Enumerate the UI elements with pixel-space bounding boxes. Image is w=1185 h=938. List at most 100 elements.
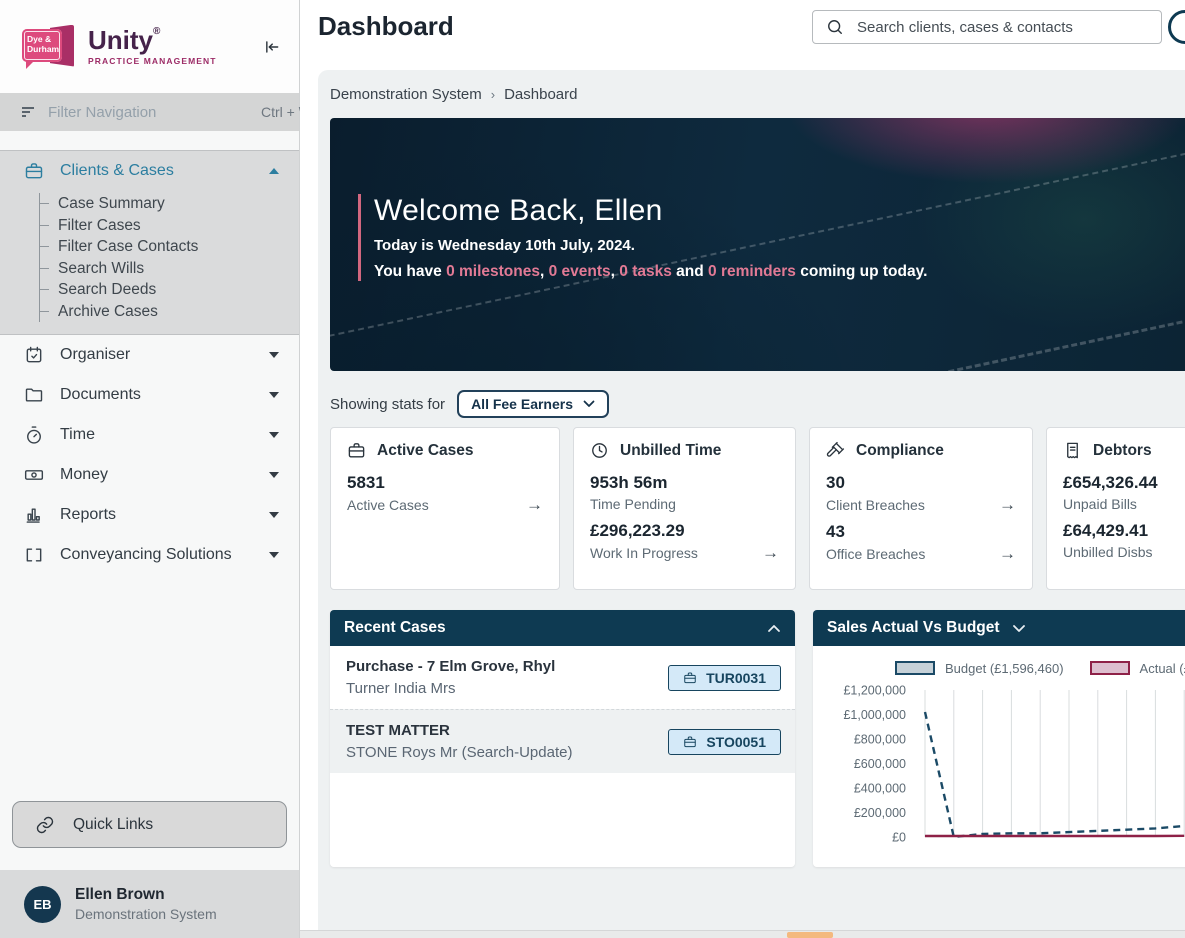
- metric: 5831 Active Cases →: [347, 473, 543, 513]
- chevron-down-icon[interactable]: [269, 552, 279, 558]
- metric-value: £654,326.44: [1063, 473, 1158, 492]
- breadcrumb-root[interactable]: Demonstration System: [330, 86, 482, 103]
- chevron-down-icon[interactable]: [1012, 624, 1026, 633]
- user-org: Demonstration System: [75, 906, 217, 922]
- banknote-icon: [24, 465, 44, 485]
- horizontal-scrollbar[interactable]: [300, 930, 1185, 938]
- recent-cases-panel: Recent Cases Purchase - 7 Elm Grove, Rhy…: [330, 610, 795, 867]
- chevron-down-icon[interactable]: [269, 392, 279, 398]
- breadcrumb-current: Dashboard: [504, 85, 578, 103]
- folder-icon: [24, 385, 44, 405]
- sidebar-subitem[interactable]: Filter Cases: [40, 215, 299, 237]
- sidebar-subitem[interactable]: Filter Case Contacts: [40, 236, 299, 258]
- search-input[interactable]: [857, 18, 1149, 36]
- breadcrumb-separator: ›: [490, 86, 496, 102]
- sales-chart-header[interactable]: Sales Actual Vs Budget: [813, 610, 1185, 646]
- case-reference-badge[interactable]: TUR0031: [668, 664, 781, 691]
- sidebar-item-label: Money: [60, 466, 109, 483]
- case-row[interactable]: TEST MATTER STONE Roys Mr (Search-Update)…: [330, 709, 795, 773]
- arrow-right-icon[interactable]: →: [762, 544, 779, 561]
- sidebar: Dye & Durham Unity® PRACTICE MANAGEMENT …: [0, 0, 303, 938]
- sidebar-item-organiser[interactable]: Organiser: [0, 335, 299, 375]
- welcome-message: You have 0 milestones, 0 events, 0 tasks…: [374, 263, 927, 281]
- sidebar-item-reports[interactable]: Reports: [0, 495, 299, 535]
- filter-navigation-input[interactable]: [48, 103, 247, 121]
- stat-card-header: Debtors: [1063, 441, 1185, 460]
- stat-card-title: Unbilled Time: [620, 441, 722, 459]
- calendar-icon: [24, 345, 44, 365]
- filter-navigation-row: Ctrl + \: [0, 93, 303, 131]
- quick-links-button[interactable]: Quick Links: [12, 801, 287, 848]
- banner-text: coming up today.: [795, 263, 928, 280]
- arrow-right-icon[interactable]: →: [526, 496, 543, 513]
- user-profile-row[interactable]: EB Ellen Brown Demonstration System: [0, 870, 299, 938]
- chevron-up-icon[interactable]: [269, 168, 279, 174]
- stat-card-active-cases: Active Cases 5831 Active Cases →: [330, 427, 560, 590]
- metric-label: Time Pending: [590, 496, 676, 512]
- banner-link[interactable]: 0 milestones: [446, 263, 540, 280]
- arrow-right-icon[interactable]: →: [999, 496, 1016, 513]
- briefcase-icon: [24, 161, 44, 181]
- fee-earners-dropdown[interactable]: All Fee Earners: [457, 390, 609, 418]
- svg-text:£600,000: £600,000: [854, 757, 906, 771]
- svg-text:£1,200,000: £1,200,000: [843, 684, 906, 698]
- briefcase-icon: [683, 671, 697, 685]
- metric: 43 Office Breaches →: [826, 522, 1016, 562]
- metric: 30 Client Breaches →: [826, 473, 1016, 513]
- scrollbar-thumb[interactable]: [787, 932, 833, 938]
- sidebar-item-time[interactable]: Time: [0, 415, 299, 455]
- welcome-banner: Welcome Back, Ellen Today is Wednesday 1…: [330, 118, 1185, 371]
- svg-text:£400,000: £400,000: [854, 782, 906, 796]
- chevron-up-icon[interactable]: [767, 624, 781, 633]
- chevron-down-icon[interactable]: [269, 432, 279, 438]
- banner-decor-road: [330, 274, 1185, 371]
- briefcase-icon: [347, 441, 366, 460]
- sidebar-item-label: Reports: [60, 506, 117, 523]
- panels-row: Recent Cases Purchase - 7 Elm Grove, Rhy…: [330, 610, 1185, 867]
- sidebar-collapse-icon[interactable]: [261, 37, 281, 57]
- logo-line2: Durham: [27, 44, 60, 54]
- banner-link[interactable]: 0 tasks: [619, 263, 672, 280]
- link-icon: [35, 815, 55, 835]
- metric: 953h 56m Time Pending: [590, 473, 779, 512]
- arrow-right-icon[interactable]: →: [999, 545, 1016, 562]
- banner-link[interactable]: 0 reminders: [708, 263, 796, 280]
- logo-tail-shape: [26, 59, 35, 69]
- sidebar-item-conveyancing-solutions[interactable]: Conveyancing Solutions: [0, 535, 299, 575]
- brackets-icon: [24, 545, 44, 565]
- sidebar-item-documents[interactable]: Documents: [0, 375, 299, 415]
- sidebar-subitem[interactable]: Archive Cases: [40, 301, 299, 323]
- case-title: TEST MATTER: [346, 722, 450, 739]
- case-row[interactable]: Purchase - 7 Elm Grove, Rhyl Turner India…: [330, 646, 795, 709]
- registered-mark: ®: [153, 26, 161, 37]
- case-reference-badge[interactable]: STO0051: [668, 728, 781, 755]
- metric: £654,326.44 Unpaid Bills: [1063, 473, 1185, 512]
- header-profile-button[interactable]: [1168, 10, 1185, 44]
- chevron-down-icon: [583, 400, 595, 408]
- sidebar-item-clients-cases[interactable]: Clients & Cases: [0, 151, 299, 191]
- stopwatch-icon: [24, 425, 44, 445]
- filter-shortcut-hint: Ctrl + \: [261, 104, 303, 120]
- sidebar-subitem[interactable]: Search Deeds: [40, 279, 299, 301]
- banner-link[interactable]: 0 events: [549, 263, 611, 280]
- svg-text:£200,000: £200,000: [854, 806, 906, 820]
- sidebar-item-money[interactable]: Money: [0, 455, 299, 495]
- sidebar-subitem[interactable]: Case Summary: [40, 193, 299, 215]
- dye-durham-logo: Dye & Durham: [22, 22, 76, 72]
- svg-text:£800,000: £800,000: [854, 733, 906, 747]
- case-client: Turner India Mrs: [346, 680, 456, 697]
- avatar: EB: [24, 885, 61, 923]
- sidebar-nav-list: Organiser Documents Time Money Reports Convey…: [0, 335, 299, 575]
- banner-text: You have: [374, 263, 447, 280]
- sidebar-subitem[interactable]: Search Wills: [40, 258, 299, 280]
- breadcrumb: Demonstration System › Dashboard: [330, 84, 1185, 104]
- stat-card-unbilled-time: Unbilled Time 953h 56m Time Pending £296,22…: [573, 427, 796, 590]
- chevron-down-icon[interactable]: [269, 472, 279, 478]
- chevron-down-icon[interactable]: [269, 512, 279, 518]
- metric-value: 30: [826, 473, 845, 492]
- stat-card-compliance: Compliance 30 Client Breaches → 43 Office Bre…: [809, 427, 1033, 590]
- recent-cases-header[interactable]: Recent Cases: [330, 610, 795, 646]
- chevron-down-icon[interactable]: [269, 352, 279, 358]
- bar-chart-icon: [24, 505, 44, 525]
- banner-text: ,: [610, 263, 620, 280]
